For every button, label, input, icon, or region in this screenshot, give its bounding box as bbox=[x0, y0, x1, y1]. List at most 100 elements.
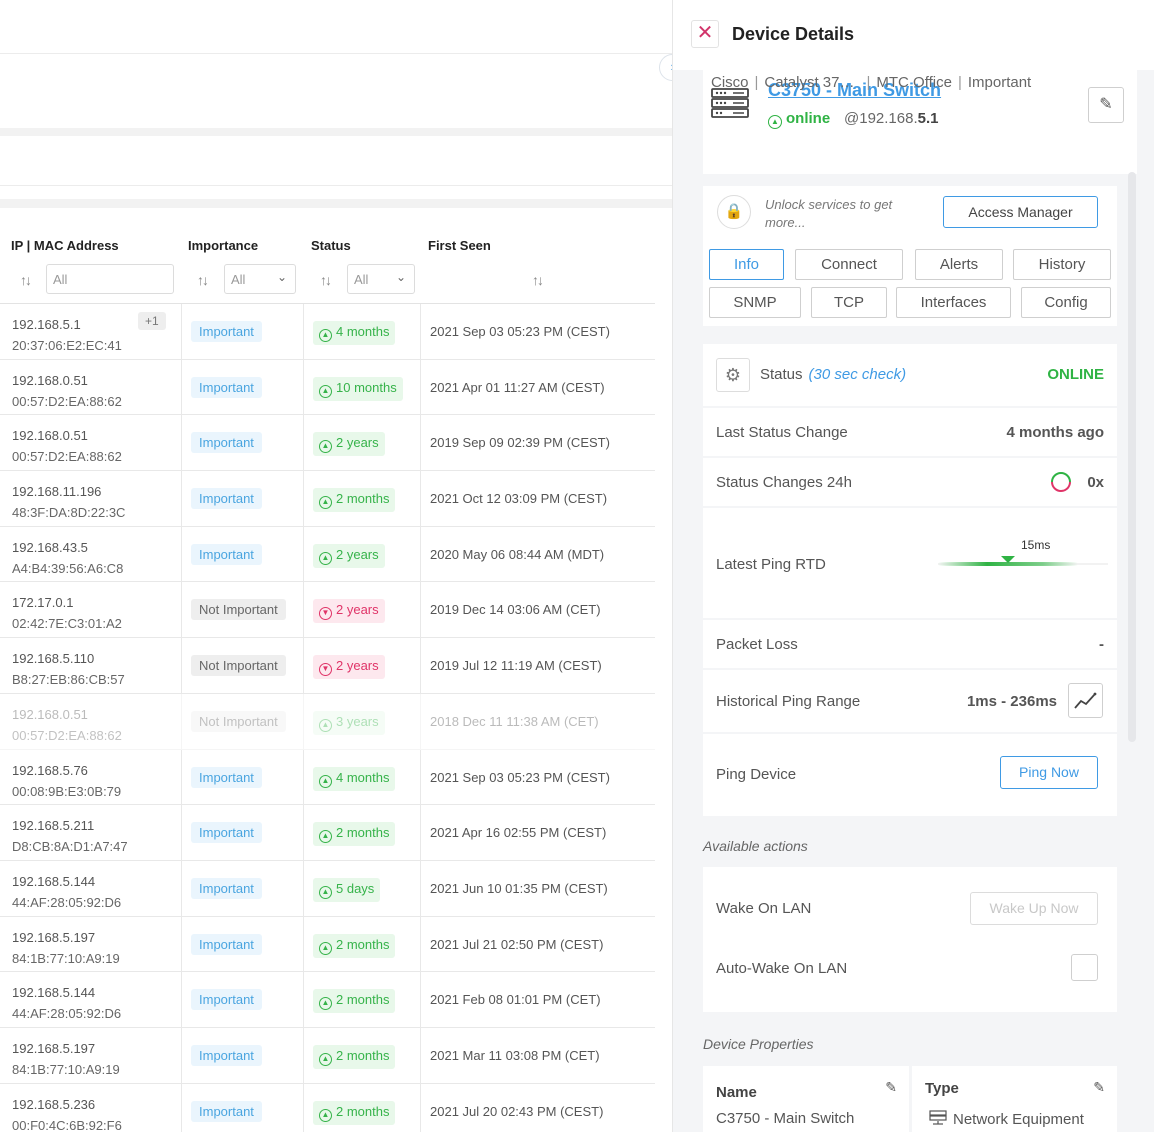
tag-vendor[interactable]: Cisco bbox=[711, 74, 749, 91]
sort-icon[interactable]: ↑↓ bbox=[320, 272, 332, 288]
line-chart-icon bbox=[1074, 692, 1097, 709]
ip-address: 192.168.43.5 bbox=[12, 539, 88, 555]
sort-icon[interactable]: ↑↓ bbox=[532, 272, 544, 288]
auto-wake-checkbox[interactable] bbox=[1071, 954, 1098, 981]
table-row[interactable]: 192.168.5.197 84:1B:77:10:A9:19 Important ▲… bbox=[0, 916, 655, 973]
ip-mac-cell: 192.168.43.5 A4:B4:39:56:A6:C8 bbox=[12, 537, 123, 579]
pencil-icon[interactable]: ✎ bbox=[885, 1079, 897, 1096]
access-manager-button[interactable]: Access Manager bbox=[943, 196, 1098, 228]
ip-address: 192.168.5.211 bbox=[12, 818, 95, 834]
historical-ping-label: Historical Ping Range bbox=[716, 693, 861, 710]
status-badge: ▲ 3 years bbox=[313, 710, 385, 735]
lock-icon: 🔒 bbox=[717, 195, 751, 229]
tab-config[interactable]: Config bbox=[1021, 287, 1111, 318]
arrow-up-circle-icon: ▲ bbox=[319, 774, 332, 788]
status-duration: 10 months bbox=[336, 379, 397, 395]
status-duration: 2 months bbox=[336, 936, 390, 952]
table-row[interactable]: 192.168.5.211 D8:CB:8A:D1:A7:47 Important ▲… bbox=[0, 805, 655, 861]
wake-on-lan-label: Wake On LAN bbox=[716, 900, 812, 917]
column-header-ip[interactable]: IP | MAC Address bbox=[11, 238, 119, 253]
mac-address: 44:AF:28:05:92:D6 bbox=[12, 1006, 122, 1022]
first-seen-cell: 2021 Feb 08 01:01 PM (CET) bbox=[430, 992, 601, 1008]
ip-mac-cell: 192.168.5.110 B8:27:EB:86:CB:57 bbox=[12, 648, 125, 690]
status-duration: 4 months bbox=[336, 324, 390, 339]
property-type-value: Network Equipment bbox=[929, 1110, 1084, 1128]
property-type-card: Type ✎ Network Equipment bbox=[912, 1066, 1117, 1132]
column-header-importance[interactable]: Importance bbox=[188, 238, 258, 253]
tag-model[interactable]: Catalyst 37… bbox=[764, 74, 854, 91]
device-list-area: IP | MAC Address Importance Status First… bbox=[0, 0, 672, 1132]
first-seen-cell: 2021 Jun 10 01:35 PM (CEST) bbox=[430, 880, 608, 896]
table-row[interactable]: 172.17.0.1 02:42:7E:C3:01:A2 Not Important… bbox=[0, 582, 655, 639]
pencil-icon[interactable]: ✎ bbox=[1093, 1079, 1105, 1096]
table-row[interactable]: 192.168.5.197 84:1B:77:10:A9:19 Important ▲… bbox=[0, 1027, 655, 1084]
edit-device-button[interactable]: ✎ bbox=[1088, 87, 1124, 123]
status-badge: ▲ 4 months bbox=[313, 766, 396, 791]
table-row[interactable]: 192.168.5.144 44:AF:28:05:92:D6 Important ▲… bbox=[0, 972, 655, 1028]
table-row[interactable]: 192.168.5.1 20:37:06:E2:EC:41 +1 Important ▲… bbox=[0, 304, 655, 360]
table-row[interactable]: 192.168.5.236 00:F0:4C:6B:92:F6 Important ▲… bbox=[0, 1083, 655, 1132]
sort-icon[interactable]: ↑↓ bbox=[20, 272, 32, 288]
gear-icon[interactable]: ⚙ bbox=[716, 358, 750, 392]
table-row[interactable]: 192.168.0.51 00:57:D2:EA:88:62 Not Importa… bbox=[0, 693, 655, 750]
tab-history[interactable]: History bbox=[1013, 249, 1111, 280]
status-badge: ▲ 2 years bbox=[313, 543, 385, 568]
wake-up-now-button[interactable]: Wake Up Now bbox=[970, 892, 1098, 925]
arrow-up-circle-icon: ▲ bbox=[319, 329, 332, 342]
arrow-up-circle-icon: ▲ bbox=[319, 997, 332, 1011]
status-duration: 2 years bbox=[336, 546, 379, 562]
packet-loss-row: Packet Loss - bbox=[703, 620, 1117, 668]
column-header-status[interactable]: Status bbox=[311, 238, 351, 253]
ip-filter-input[interactable]: All bbox=[46, 264, 174, 294]
table-row[interactable]: 192.168.5.110 B8:27:EB:86:CB:57 Not Import… bbox=[0, 638, 655, 694]
divider-band bbox=[0, 128, 672, 136]
arrow-up-circle-icon: ▲ bbox=[768, 115, 782, 129]
close-icon[interactable]: ✕ bbox=[691, 20, 719, 48]
table-row[interactable]: 192.168.5.76 00:08:9B:E3:0B:79 Important ▲ 4… bbox=[0, 749, 655, 806]
first-seen-cell: 2018 Dec 11 11:38 AM (CET) bbox=[430, 713, 599, 729]
refresh-icon bbox=[1051, 472, 1071, 492]
extra-ips-badge[interactable]: +1 bbox=[138, 312, 166, 330]
table-row[interactable]: 192.168.11.196 48:3F:DA:8D:22:3C Important… bbox=[0, 471, 655, 527]
property-type-label: Type bbox=[925, 1080, 959, 1097]
mac-address: 00:F0:4C:6B:92:F6 bbox=[12, 1117, 122, 1132]
ip-address: 192.168.0.51 bbox=[12, 372, 88, 388]
chevron-down-icon: ⌄ bbox=[276, 270, 287, 284]
mac-address: 00:57:D2:EA:88:62 bbox=[12, 727, 122, 743]
status-duration: 2 years bbox=[336, 435, 379, 451]
scrollbar[interactable] bbox=[1128, 172, 1136, 742]
table-row[interactable]: 192.168.0.51 00:57:D2:EA:88:62 Important ▲ 1… bbox=[0, 359, 655, 416]
ping-now-button[interactable]: Ping Now bbox=[1000, 756, 1098, 789]
tab-tcp[interactable]: TCP bbox=[811, 287, 887, 318]
tag-importance[interactable]: Important bbox=[968, 74, 1031, 91]
tab-connect[interactable]: Connect bbox=[795, 249, 903, 280]
table-row[interactable]: 192.168.43.5 A4:B4:39:56:A6:C8 Important ▲ 2… bbox=[0, 526, 655, 583]
ip-mac-cell: 192.168.5.236 00:F0:4C:6B:92:F6 bbox=[12, 1094, 122, 1132]
unlock-services-text: Unlock services to get more... bbox=[765, 197, 893, 230]
status-badge: ▲ 5 days bbox=[313, 877, 381, 902]
ip-address: 192.168.5.1 bbox=[12, 317, 81, 332]
tag-location[interactable]: MTC Office bbox=[876, 74, 952, 91]
first-seen-cell: 2021 Oct 12 03:09 PM (CEST) bbox=[430, 491, 608, 507]
table-row[interactable]: 192.168.5.144 44:AF:28:05:92:D6 Important ▲… bbox=[0, 860, 655, 917]
collapse-panel-button[interactable]: › bbox=[659, 54, 672, 81]
device-status-text: online bbox=[786, 110, 831, 127]
sort-icon[interactable]: ↑↓ bbox=[197, 272, 209, 288]
importance-filter-value: All bbox=[231, 272, 246, 287]
arrow-up-circle-icon: ▲ bbox=[319, 1108, 332, 1122]
status-filter-select[interactable]: All ⌄ bbox=[347, 264, 415, 294]
table-row[interactable]: 192.168.0.51 00:57:D2:EA:88:62 Important ▲ 2… bbox=[0, 415, 655, 472]
mac-address: 84:1B:77:10:A9:19 bbox=[12, 950, 120, 966]
importance-filter-select[interactable]: All ⌄ bbox=[224, 264, 296, 294]
ping-history-chart-button[interactable] bbox=[1068, 683, 1103, 718]
importance-badge: Important bbox=[191, 989, 262, 1011]
first-seen-cell: 2021 Apr 01 11:27 AM (CEST) bbox=[430, 379, 605, 395]
tab-info[interactable]: Info bbox=[709, 249, 784, 280]
status-label: Status (30 sec check) bbox=[760, 366, 907, 383]
mac-address: 44:AF:28:05:92:D6 bbox=[12, 894, 122, 910]
tab-interfaces[interactable]: Interfaces bbox=[896, 287, 1011, 318]
tab-snmp[interactable]: SNMP bbox=[709, 287, 801, 318]
tab-alerts[interactable]: Alerts bbox=[915, 249, 1003, 280]
column-header-first-seen[interactable]: First Seen bbox=[428, 238, 491, 253]
pencil-icon: ✎ bbox=[1099, 96, 1113, 113]
